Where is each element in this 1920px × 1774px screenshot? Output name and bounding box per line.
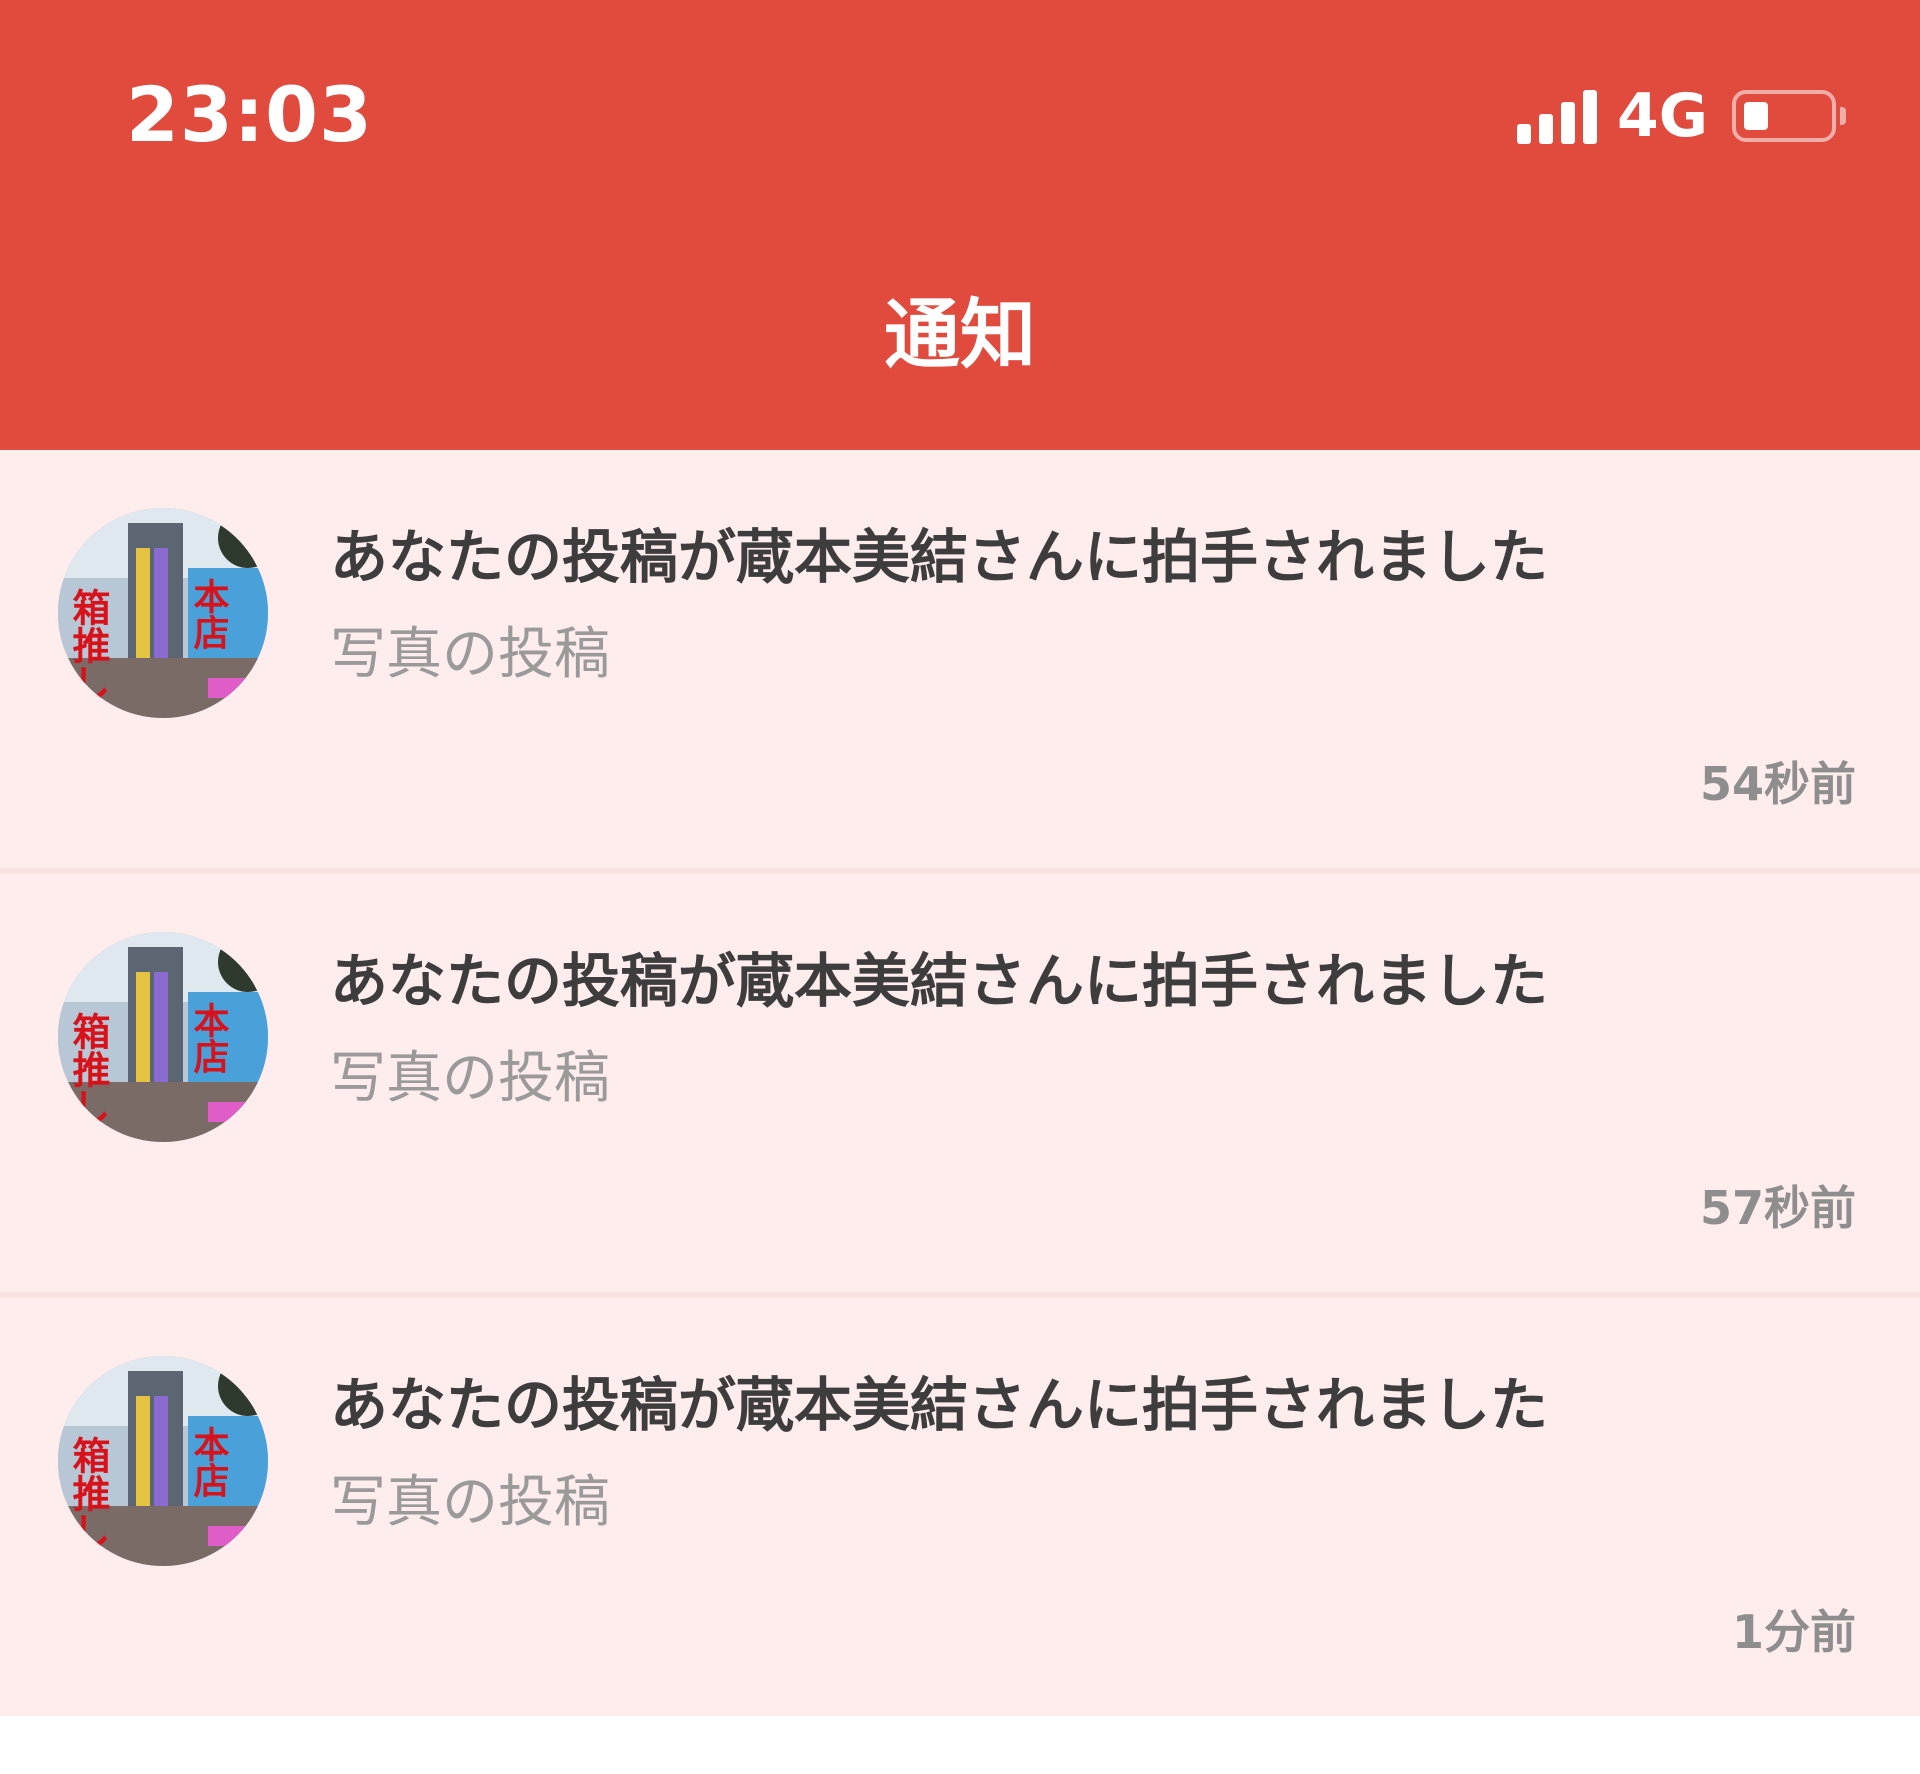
- notification-subtitle: 写真の投稿: [330, 1470, 610, 1535]
- svg-text:本店: 本店: [188, 1426, 230, 1498]
- notification-title: あなたの投稿が蔵本美結さんに拍手されました: [330, 523, 1549, 591]
- notification-title: あなたの投稿が蔵本美結さんに拍手されました: [330, 947, 1549, 1015]
- notification-list: 箱推し 本店 あなたの投稿が蔵本美結さんに拍手されました 写真の投稿 54秒前: [0, 450, 1920, 1716]
- notification-item[interactable]: 箱推し 本店 あなたの投稿が蔵本美結さんに拍手されました 写真の投稿 1分前: [0, 1298, 1920, 1716]
- svg-text:箱推し: 箱推し: [66, 1012, 110, 1126]
- battery-tip: [1840, 107, 1846, 125]
- notification-time: 54秒前: [1699, 757, 1856, 811]
- avatar[interactable]: 箱推し 本店: [58, 1356, 268, 1566]
- avatar[interactable]: 箱推し 本店: [58, 508, 268, 718]
- notification-subtitle: 写真の投稿: [330, 622, 610, 687]
- status-indicators: 4G: [1517, 84, 1846, 148]
- notification-subtitle: 写真の投稿: [330, 1046, 610, 1111]
- notification-time: 1分前: [1731, 1605, 1856, 1659]
- network-type: 4G: [1617, 81, 1708, 151]
- notification-title: あなたの投稿が蔵本美結さんに拍手されました: [330, 1371, 1549, 1439]
- notification-item[interactable]: 箱推し 本店 あなたの投稿が蔵本美結さんに拍手されました 写真の投稿 57秒前: [0, 874, 1920, 1298]
- svg-text:本店: 本店: [188, 578, 230, 650]
- avatar[interactable]: 箱推し 本店: [58, 932, 268, 1142]
- notification-item[interactable]: 箱推し 本店 あなたの投稿が蔵本美結さんに拍手されました 写真の投稿 54秒前: [0, 450, 1920, 874]
- notification-time: 57秒前: [1699, 1181, 1856, 1235]
- signal-icon: [1517, 88, 1597, 144]
- status-time: 23:03: [126, 70, 373, 159]
- svg-text:本店: 本店: [188, 1002, 230, 1074]
- notifications-screen: 23:03 4G 通知 箱推し 本店 あなたの投稿が蔵本美結さんに拍手されました…: [0, 0, 1920, 1774]
- app-header: 23:03 4G 通知: [0, 0, 1920, 450]
- svg-text:箱推し: 箱推し: [66, 588, 110, 702]
- svg-text:箱推し: 箱推し: [66, 1436, 110, 1550]
- page-title: 通知: [884, 290, 1036, 379]
- battery-icon: [1732, 90, 1836, 142]
